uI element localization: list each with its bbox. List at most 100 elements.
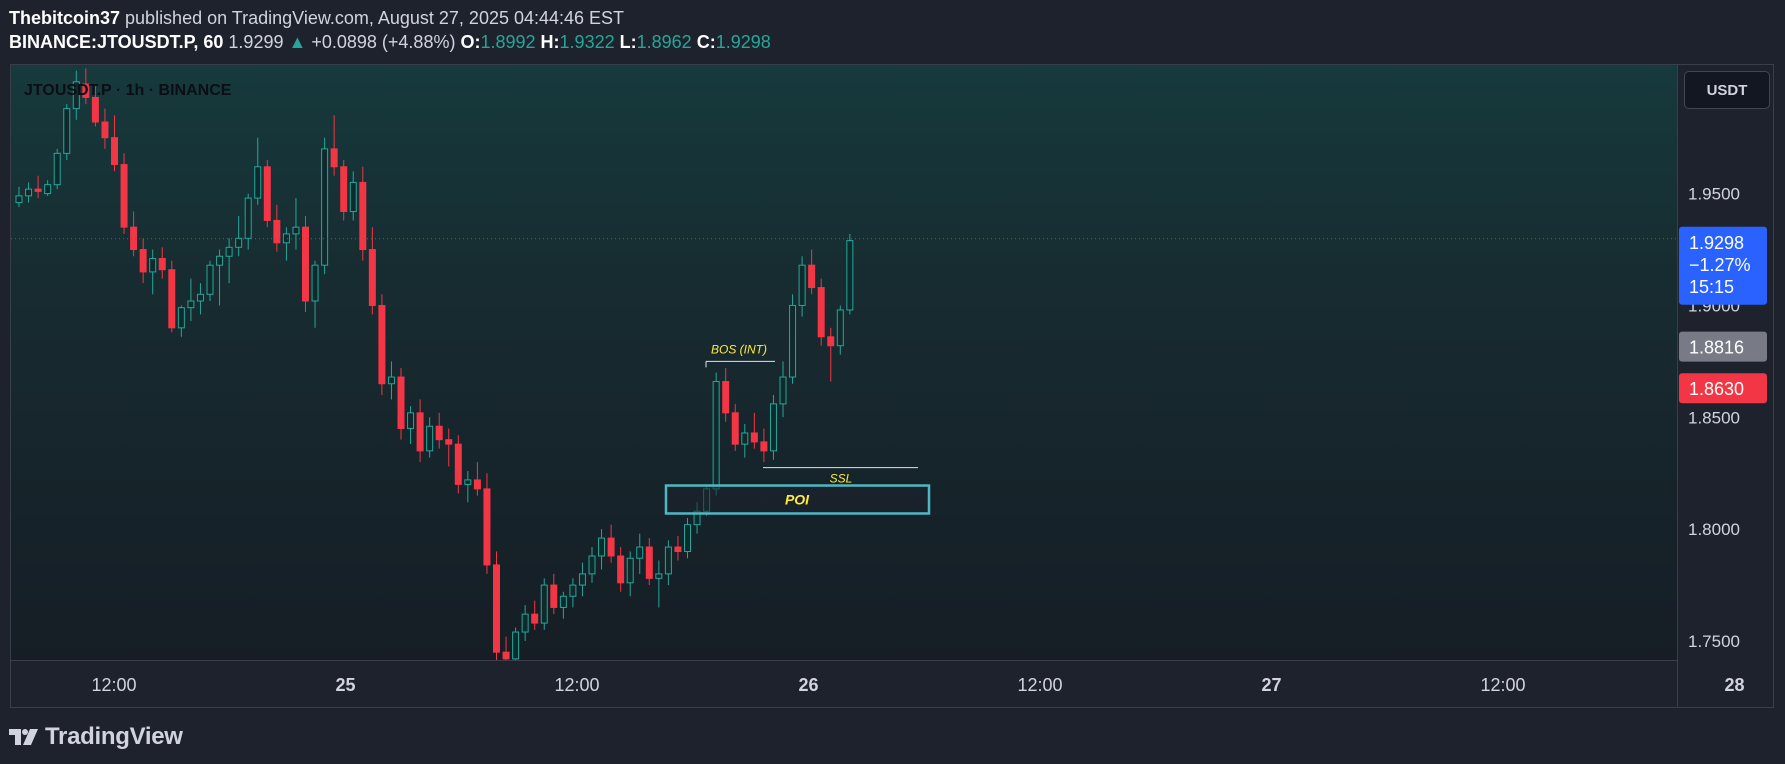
candle-body <box>684 524 691 553</box>
price-tag-text: 15:15 <box>1689 277 1734 297</box>
candle-body <box>407 412 415 429</box>
candle-body <box>808 264 816 289</box>
candle-body <box>91 96 99 123</box>
candle-body <box>760 441 768 452</box>
candle-body <box>397 376 405 429</box>
candle-body <box>512 631 520 660</box>
x-tick-label: 12:00 <box>91 675 136 695</box>
candle-body <box>263 166 271 221</box>
candle-body <box>531 613 539 624</box>
x-tick-label: 26 <box>798 675 818 695</box>
candle-body <box>311 264 319 302</box>
candle-body <box>559 595 567 608</box>
candle-body <box>464 479 472 485</box>
candle-body <box>340 166 348 213</box>
y-tick-label: 1.8000 <box>1688 520 1740 539</box>
candle-body <box>149 257 157 273</box>
candle-body <box>473 479 481 490</box>
candle-body <box>731 412 739 445</box>
candle-body <box>655 573 663 579</box>
candlestick-chart[interactable]: BOS (INT)SSLPOI1.95001.90001.85001.80001… <box>0 0 1785 764</box>
candle-body <box>569 584 577 597</box>
tradingview-logo-text: TradingView <box>45 723 183 750</box>
candle-body <box>25 188 33 197</box>
price-tag-text: 1.8630 <box>1689 379 1744 399</box>
candle-body <box>435 425 443 441</box>
candle-body <box>368 249 376 306</box>
candle-body <box>722 381 730 414</box>
candle-body <box>588 555 596 575</box>
candle-body <box>225 246 233 257</box>
candle-body <box>244 197 252 239</box>
candles-group <box>15 68 854 660</box>
x-tick-label: 12:00 <box>554 675 599 695</box>
candle-body <box>454 443 462 485</box>
candle-body <box>827 336 835 347</box>
candle-body <box>769 403 777 452</box>
candle-body <box>282 233 290 244</box>
candle-body <box>846 240 854 311</box>
candle-body <box>235 237 243 248</box>
candle-body <box>349 181 357 213</box>
candle-body <box>674 546 682 553</box>
price-tag-text: 1.8816 <box>1689 338 1744 358</box>
candle-body <box>139 249 147 273</box>
candle-body <box>598 537 606 557</box>
candle-body <box>540 584 548 624</box>
candle-body <box>836 309 844 347</box>
ssl-label: SSL <box>830 472 853 486</box>
candle-body <box>798 264 806 306</box>
candle-body <box>273 219 281 244</box>
candle-body <box>779 376 787 405</box>
bos-label: BOS (INT) <box>711 342 767 356</box>
candle-body <box>550 584 558 608</box>
candle-body <box>302 226 309 302</box>
candle-body <box>607 537 615 557</box>
x-tick-label: 12:00 <box>1480 675 1525 695</box>
candle-body <box>292 226 300 235</box>
candle-body <box>521 613 529 633</box>
candle-body <box>187 300 195 309</box>
candle-body <box>34 188 42 192</box>
candle-body <box>53 152 61 186</box>
y-tick-label: 1.9500 <box>1688 185 1740 204</box>
currency-button[interactable]: USDT <box>1684 71 1770 109</box>
price-tag-text: 1.9298 <box>1689 233 1744 253</box>
candle-body <box>120 164 128 228</box>
candle-body <box>426 425 434 452</box>
candle-body <box>445 439 453 445</box>
candle-body <box>817 287 825 338</box>
candle-body <box>636 546 644 559</box>
y-tick-label: 1.7500 <box>1688 632 1740 651</box>
candle-body <box>330 148 338 168</box>
candle-body <box>789 304 797 378</box>
candle-body <box>387 376 395 385</box>
candle-body <box>712 381 720 490</box>
candle-body <box>44 184 52 195</box>
candle-body <box>63 108 71 154</box>
x-tick-label: 27 <box>1261 675 1281 695</box>
tradingview-logo-icon <box>9 729 38 745</box>
candle-body <box>15 195 23 204</box>
candle-body <box>502 651 510 660</box>
poi-label: POI <box>785 492 810 508</box>
chart-symbol-label: JTOUSDT.P · 1h · BINANCE <box>24 82 232 99</box>
candle-body <box>378 304 386 385</box>
tradingview-logo[interactable]: TradingView <box>9 722 183 752</box>
x-tick-label: 28 <box>1724 675 1744 695</box>
price-tag-text: −1.27% <box>1689 255 1751 275</box>
y-tick-label: 1.8500 <box>1688 408 1740 427</box>
candle-body <box>664 546 672 575</box>
candle-body <box>206 264 214 295</box>
candle-body <box>111 137 118 166</box>
candle-body <box>750 432 758 443</box>
candle-body <box>617 555 625 584</box>
candle-body <box>168 269 176 329</box>
candle-body <box>177 307 185 329</box>
candle-body <box>741 432 749 445</box>
candle-body <box>254 166 262 199</box>
candle-body <box>645 546 653 579</box>
candle-body <box>321 148 329 266</box>
x-tick-label: 12:00 <box>1017 675 1062 695</box>
candle-body <box>578 573 586 586</box>
